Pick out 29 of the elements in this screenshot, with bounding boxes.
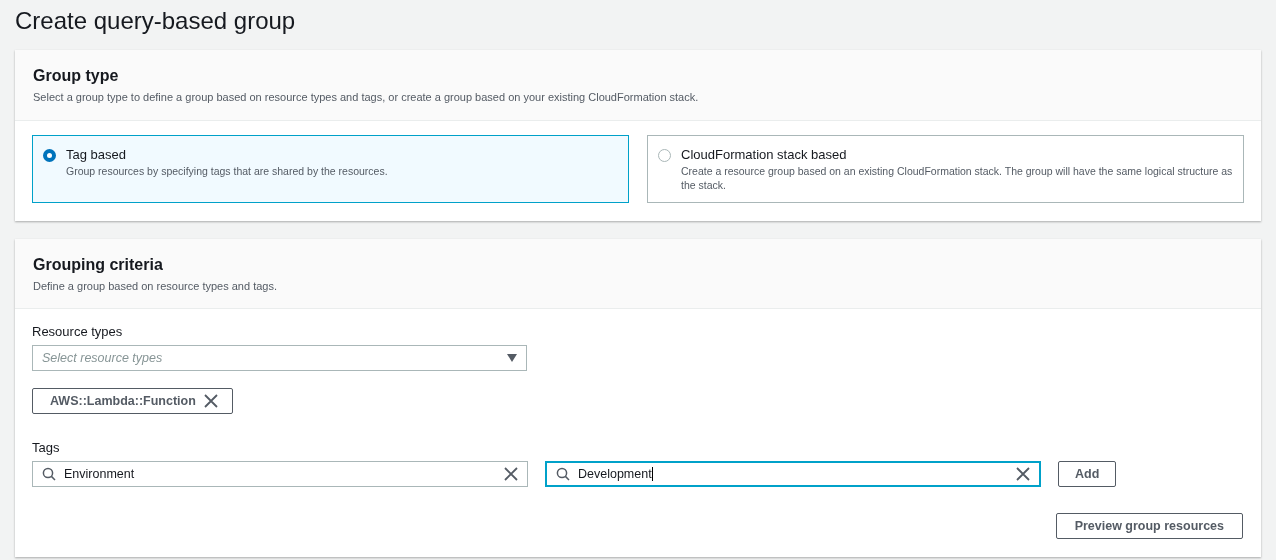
section-description: Select a group type to define a group based on resource types and tags, or create a group based on your existing CloudFormation stack. [33, 90, 700, 105]
close-icon[interactable] [203, 394, 218, 408]
search-icon [42, 467, 56, 481]
field-value: Environment [64, 465, 136, 483]
tag-search-field[interactable]: Environment [32, 461, 528, 487]
option-label: Tag based [66, 145, 127, 163]
token-label: AWS::Lambda::Function [50, 392, 196, 410]
caret-icon [507, 354, 517, 362]
add-button[interactable]: Add [1058, 461, 1117, 487]
field-label: Resource types [32, 323, 124, 341]
option-label: CloudFormation stack based [681, 145, 848, 163]
section-description: Define a group based on resource types and tags. [33, 278, 278, 294]
dropdown-placeholder: Select resource types [42, 349, 163, 367]
radio-button[interactable] [658, 148, 671, 162]
section-title: Group type [33, 66, 120, 86]
preview-button[interactable]: Preview group resources [1055, 513, 1243, 539]
tag-search-field[interactable]: Development [545, 461, 1041, 487]
group-type-option[interactable]: CloudFormation stack based Create a resource group based on an existing CloudFormation stack. The group will have the same logical structure as the stack. [647, 134, 1244, 203]
group-type-option[interactable]: Tag based Group resources by specifying tags that are shared by the resources. [32, 134, 629, 203]
close-icon[interactable] [1016, 467, 1030, 481]
option-description: Group resources by specifying tags that are shared by the resources. [66, 163, 388, 178]
option-description: Create a resource group based on an existing CloudFormation stack. The group will have the same logical structure as the stack. [681, 163, 1233, 192]
field-value: Development [578, 465, 654, 484]
page-title: Create query-based group [15, 6, 297, 36]
radio-button[interactable] [43, 148, 56, 162]
section-title: Grouping criteria [33, 254, 164, 275]
close-icon[interactable] [504, 467, 518, 481]
field-label: Tags [32, 439, 61, 457]
search-icon [556, 467, 570, 481]
